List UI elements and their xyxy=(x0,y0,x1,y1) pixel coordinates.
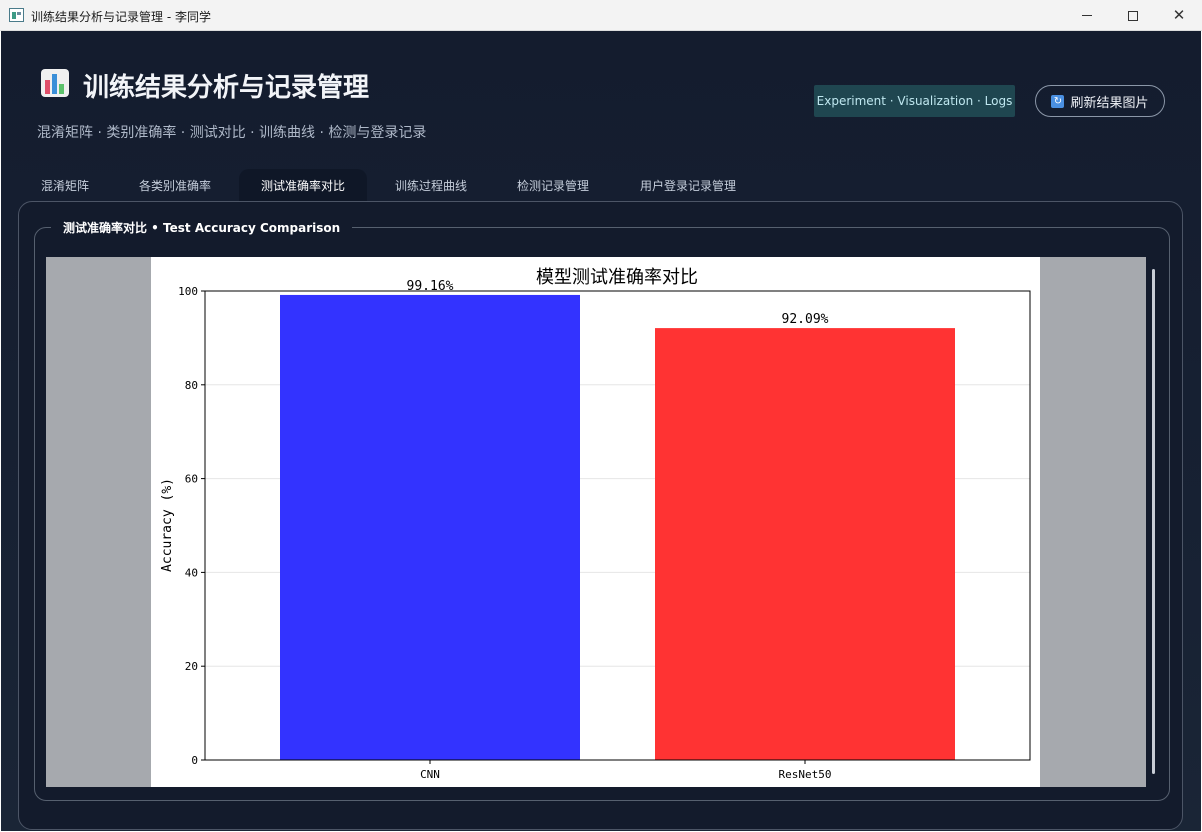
tab-class-accuracy[interactable]: 各类别准确率 xyxy=(129,169,221,201)
chart-title: 模型测试准确率对比 xyxy=(536,267,698,288)
group-title: 测试准确率对比 • Test Accuracy Comparison xyxy=(51,219,353,236)
window-title: 训练结果分析与记录管理 - 李同学 xyxy=(31,10,211,24)
page-subtitle: 混淆矩阵 · 类别准确率 · 测试对比 · 训练曲线 · 检测与登录记录 xyxy=(37,125,427,141)
y-tick-label: 60 xyxy=(185,473,198,486)
data-label: 92.09% xyxy=(782,312,829,327)
maximize-button[interactable] xyxy=(1110,0,1156,31)
vertical-scrollbar[interactable] xyxy=(1152,269,1155,774)
app-main: 训练结果分析与记录管理 混淆矩阵 · 类别准确率 · 测试对比 · 训练曲线 ·… xyxy=(1,31,1201,831)
tab-detection-records[interactable]: 检测记录管理 xyxy=(507,169,599,201)
page-title: 训练结果分析与记录管理 xyxy=(83,73,370,103)
bar-cnn xyxy=(280,294,580,760)
bar-chart-icon xyxy=(41,69,69,97)
chart-figure: 模型测试准确率对比 Accuracy (%) 0 20 40 60 80 100 CNN Re… xyxy=(151,257,1040,787)
bar-resnet50 xyxy=(655,328,955,760)
refresh-button-label: 刷新结果图片 xyxy=(1070,95,1149,111)
y-tick-label: 100 xyxy=(178,285,198,298)
app-icon xyxy=(9,8,24,22)
close-icon: ✕ xyxy=(1172,6,1186,24)
y-tick-label: 80 xyxy=(185,379,198,392)
header-chip: Experiment · Visualization · Logs xyxy=(814,85,1015,117)
y-tick-label: 20 xyxy=(185,660,198,673)
y-axis-label: Accuracy (%) xyxy=(160,478,175,572)
content-panel: 测试准确率对比 • Test Accuracy Comparison 模型测试准… xyxy=(18,201,1183,830)
data-label: 99.16% xyxy=(407,279,454,294)
x-tick-label: CNN xyxy=(420,768,440,781)
maximize-icon xyxy=(1128,10,1138,21)
tab-test-accuracy[interactable]: 测试准确率对比 xyxy=(239,169,367,201)
refresh-icon: ↻ xyxy=(1051,94,1065,108)
tab-training-curves[interactable]: 训练过程曲线 xyxy=(385,169,477,201)
tab-login-records[interactable]: 用户登录记录管理 xyxy=(629,169,747,201)
minimize-button[interactable] xyxy=(1064,0,1110,31)
accuracy-bar-chart: 模型测试准确率对比 Accuracy (%) 0 20 40 60 80 100 CNN Re… xyxy=(160,267,1031,781)
x-tick-label: ResNet50 xyxy=(779,768,832,781)
result-image-view[interactable]: 模型测试准确率对比 Accuracy (%) 0 20 40 60 80 100 CNN Re… xyxy=(46,257,1146,787)
window-title-bar: 训练结果分析与记录管理 - 李同学 ✕ xyxy=(0,0,1202,31)
close-button[interactable]: ✕ xyxy=(1156,0,1202,31)
y-tick-label: 40 xyxy=(185,566,198,579)
refresh-results-button[interactable]: ↻ 刷新结果图片 xyxy=(1035,85,1165,117)
tab-confusion-matrix[interactable]: 混淆矩阵 xyxy=(19,169,111,201)
minimize-icon xyxy=(1082,15,1092,16)
y-tick-label: 0 xyxy=(191,754,198,767)
